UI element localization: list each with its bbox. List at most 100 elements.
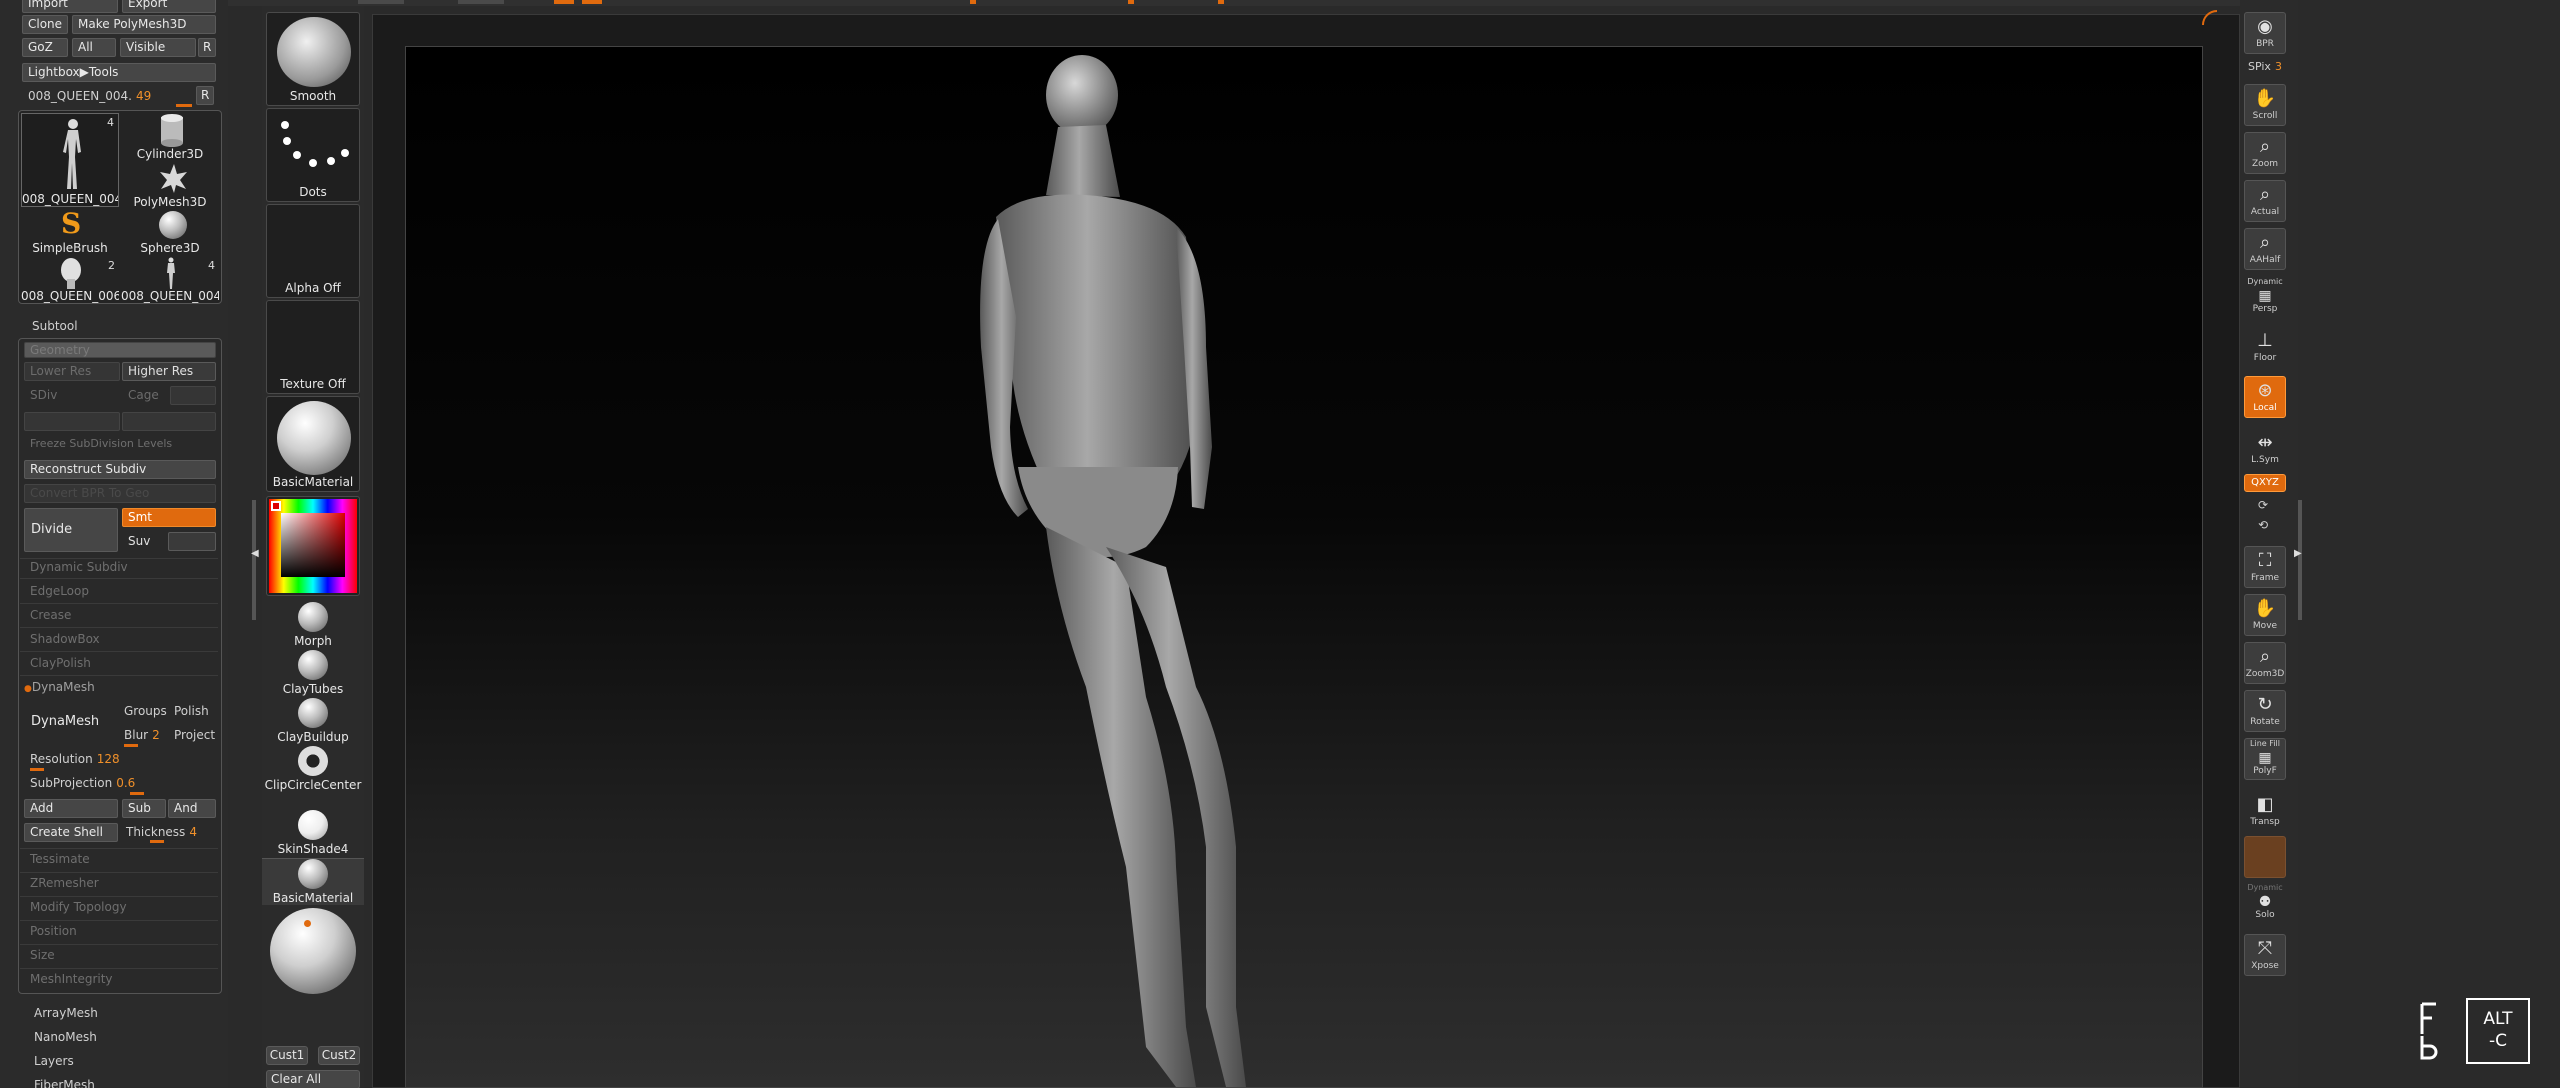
edgeloop-section[interactable]: EdgeLoop	[30, 584, 89, 598]
resolution-slider[interactable]: Resolution 128	[30, 752, 120, 766]
tool-thumb-polymesh3d[interactable]: PolyMesh3D	[121, 163, 219, 209]
claypolish-section[interactable]: ClayPolish	[30, 656, 91, 670]
dynamesh-button[interactable]: DynaMesh	[24, 700, 118, 744]
nanomesh-section[interactable]: NanoMesh	[34, 1030, 97, 1044]
add-button[interactable]: Add	[24, 799, 118, 818]
local-button[interactable]: ⊛ Local	[2244, 376, 2286, 418]
cage-toggle[interactable]	[170, 386, 216, 405]
lsym-button[interactable]: ⇹ L.Sym	[2244, 428, 2286, 470]
toolbar-segment-active[interactable]	[554, 0, 574, 4]
fibermesh-section[interactable]: FiberMesh	[34, 1078, 95, 1088]
divide-button[interactable]: Divide	[24, 508, 118, 552]
crease-section[interactable]: Crease	[30, 608, 71, 622]
create-shell-button[interactable]: Create Shell	[24, 823, 118, 842]
left-scrollbar[interactable]	[252, 500, 256, 620]
clear-all-button[interactable]: Clear All	[266, 1070, 360, 1088]
rotate-axis-icon-2[interactable]: ⟲	[2258, 518, 2268, 532]
layers-section[interactable]: Layers	[34, 1054, 74, 1068]
and-button[interactable]: And	[168, 799, 216, 818]
higher-res-button[interactable]: Higher Res	[122, 362, 216, 381]
move-button[interactable]: ✋ Move	[2244, 594, 2286, 636]
subtool-header[interactable]: Subtool	[32, 319, 78, 333]
suv-toggle[interactable]	[168, 532, 216, 551]
subprojection-slider[interactable]: SubProjection 0.6	[30, 776, 135, 790]
shadowbox-section[interactable]: ShadowBox	[30, 632, 100, 646]
thickness-slider[interactable]: Thickness 4	[126, 825, 197, 839]
right-scrollbar[interactable]	[2298, 500, 2302, 620]
goz-visible-button[interactable]: Visible	[120, 38, 196, 57]
tool-thumb-simplebrush[interactable]: S SimpleBrush	[21, 207, 119, 255]
brush-morph[interactable]: Morph	[262, 602, 364, 648]
collapse-left-icon[interactable]: ◀	[251, 548, 259, 559]
freeze-subdivision-button[interactable]: Freeze SubDivision Levels	[30, 437, 172, 450]
frame-button[interactable]: ⛶ Frame	[2244, 546, 2286, 588]
smt-toggle[interactable]: Smt	[122, 508, 216, 527]
aahalf-button[interactable]: ⌕ AAHalf	[2244, 228, 2286, 270]
slider-mark[interactable]	[970, 0, 976, 4]
sub-button[interactable]: Sub	[122, 799, 166, 818]
light-position-dot[interactable]	[304, 920, 311, 927]
cust2-button[interactable]: Cust2	[318, 1046, 360, 1065]
goz-button[interactable]: GoZ	[22, 38, 68, 57]
slider-mark[interactable]	[1128, 0, 1134, 4]
material-preview-sphere[interactable]	[270, 908, 356, 994]
tessimate-section[interactable]: Tessimate	[30, 852, 90, 866]
groups-toggle[interactable]: Groups	[124, 704, 167, 718]
rotate-button[interactable]: ↻ Rotate	[2244, 690, 2286, 732]
sdiv-slider[interactable]: SDiv	[24, 386, 120, 405]
make-polymesh-button[interactable]: Make PolyMesh3D	[72, 15, 216, 34]
tool-thumb-sphere3d[interactable]: Sphere3D	[121, 209, 219, 255]
cage-button[interactable]: Cage	[122, 386, 168, 405]
saturation-square[interactable]	[281, 513, 345, 577]
tool-thumb-cylinder3d[interactable]: Cylinder3D	[121, 113, 219, 161]
brush-claytubes[interactable]: ClayTubes	[262, 650, 364, 696]
current-tool-slider[interactable]: 008_QUEEN_004. 49	[28, 89, 151, 103]
tool-thumb-queen-004-b[interactable]: 4 008_QUEEN_004	[121, 257, 219, 303]
lightbox-tools-button[interactable]: Lightbox▶Tools	[22, 63, 216, 82]
transp-button[interactable]: ◧ Transp	[2244, 790, 2286, 832]
polish-toggle[interactable]: Polish	[174, 704, 209, 718]
blur-slider[interactable]: Blur 2	[124, 728, 160, 742]
cust1-button[interactable]: Cust1	[266, 1046, 308, 1065]
alpha-slot[interactable]: Alpha Off	[266, 204, 360, 298]
lower-res-button[interactable]: Lower Res	[24, 362, 120, 381]
del-higher-button[interactable]	[122, 412, 216, 431]
texture-slot[interactable]: Texture Off	[266, 300, 360, 394]
actual-button[interactable]: ⌕ Actual	[2244, 180, 2286, 222]
rstr-button[interactable]	[24, 412, 120, 431]
export-button[interactable]: Export	[122, 0, 216, 13]
reconstruct-subdiv-button[interactable]: Reconstruct Subdiv	[24, 460, 216, 479]
floor-button[interactable]: ⊥ Floor	[2244, 326, 2286, 368]
slider-mark[interactable]	[1218, 0, 1224, 4]
meshintegrity-section[interactable]: MeshIntegrity	[30, 972, 113, 986]
ghost-button[interactable]	[2244, 836, 2286, 878]
brush-slot[interactable]: Smooth	[266, 12, 360, 106]
convert-bpr-button[interactable]: Convert BPR To Geo	[24, 484, 216, 503]
spix-slider[interactable]: SPix 3	[2248, 60, 2282, 73]
toolbar-segment-active[interactable]	[582, 0, 602, 4]
scroll-button[interactable]: ✋ Scroll	[2244, 84, 2286, 126]
goz-r-button[interactable]: R	[198, 38, 216, 57]
size-section[interactable]: Size	[30, 948, 55, 962]
persp-button[interactable]: Dynamic ▦ Persp	[2244, 276, 2286, 318]
main-color-swatch[interactable]	[271, 501, 281, 511]
dynamesh-section[interactable]: ●DynaMesh	[24, 680, 95, 694]
material-slot[interactable]: BasicMaterial	[266, 396, 360, 492]
xpose-button[interactable]: ⤧ Xpose	[2244, 934, 2286, 976]
stroke-slot[interactable]: Dots	[266, 108, 360, 202]
rotate-axis-icon[interactable]: ⟳	[2258, 498, 2268, 512]
material-skinshade4[interactable]: SkinShade4	[262, 810, 364, 856]
brush-claybuildup[interactable]: ClayBuildup	[262, 698, 364, 744]
modify-topology-section[interactable]: Modify Topology	[30, 900, 127, 914]
tool-thumb-queen-004[interactable]: 4 008_QUEEN_004	[21, 113, 119, 207]
position-section[interactable]: Position	[30, 924, 77, 938]
document-canvas[interactable]	[405, 46, 2203, 1088]
import-button[interactable]: Import	[22, 0, 118, 13]
solo-button[interactable]: Dynamic ⚉ Solo	[2244, 882, 2286, 924]
project-toggle[interactable]: Project	[174, 728, 215, 742]
toolbar-segment[interactable]	[458, 0, 504, 4]
sculpt-model[interactable]	[406, 47, 2204, 1088]
clone-button[interactable]: Clone	[22, 15, 68, 34]
tool-r-button[interactable]: R	[196, 86, 214, 105]
arraymesh-section[interactable]: ArrayMesh	[34, 1006, 98, 1020]
